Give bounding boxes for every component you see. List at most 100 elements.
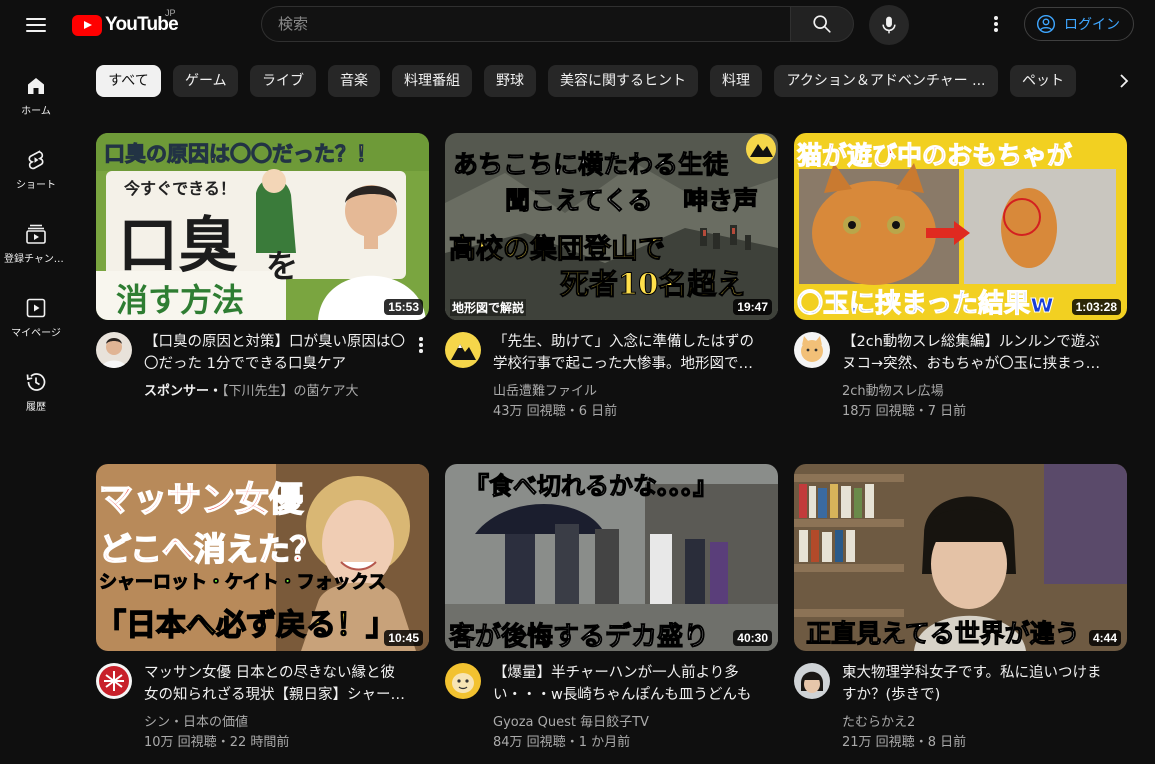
login-button[interactable]: ログイン <box>1024 7 1134 41</box>
video-thumbnail[interactable]: あちこちに横たわる生徒 聞こえてくる 呻き声 高校の集団登山で 死者10名超え … <box>445 133 778 320</box>
video-title[interactable]: 東大物理学科女子です。私に追いつけますか？(歩きで) <box>842 662 1104 706</box>
channel-name[interactable]: 2ch動物スレ広場 <box>842 380 1122 399</box>
menu-icon[interactable] <box>24 13 48 37</box>
chip-music[interactable]: 音楽 <box>328 65 380 97</box>
video-card[interactable]: 正直見えてる世界が違う 4:44 東大物理学科女子です。私に追いつけますか？(歩… <box>794 464 1127 764</box>
chip-live[interactable]: ライブ <box>250 65 316 97</box>
thumbnail-caption: 聞こえてくる <box>505 186 654 216</box>
shorts-icon <box>28 150 44 170</box>
chevron-right-icon <box>1120 74 1129 88</box>
home-icon <box>28 78 44 94</box>
view-count: 10万 回視聴 <box>144 735 217 750</box>
chip-next-button[interactable] <box>1108 65 1140 97</box>
channel-name[interactable]: たむらかえ2 <box>842 711 1122 730</box>
sidebar-item-subscriptions[interactable]: 登録チャンネル <box>4 206 68 278</box>
chip-all[interactable]: すべて <box>96 65 161 97</box>
channel-name[interactable]: 【下川先生】の菌ケア大 <box>222 384 359 399</box>
thumbnail-headline: 猫が遊び中のおもちゃが <box>796 141 1073 171</box>
upload-date: 8 日前 <box>927 735 967 750</box>
sidebar-item-home[interactable]: ホーム <box>4 58 68 130</box>
channel-name[interactable]: Gyoza Quest 毎日餃子TV <box>493 711 773 730</box>
video-card[interactable]: 猫が遊び中のおもちゃが 〇玉に挟まった結果w 1:03:28 【2ch動物スレ総… <box>794 133 1127 433</box>
search-button[interactable] <box>790 6 854 42</box>
thumbnail-subtext: 消す方法 <box>116 281 245 319</box>
video-thumbnail[interactable]: 猫が遊び中のおもちゃが 〇玉に挟まった結果w 1:03:28 <box>794 133 1127 320</box>
sidebar-item-label: マイページ <box>11 328 61 339</box>
sidebar-item-label: ショート <box>16 180 56 191</box>
view-count: 21万 回視聴 <box>842 735 915 750</box>
play-logo-icon <box>72 14 102 36</box>
thumbnail-big-text: 「日本へ必ず戻る！」 <box>96 607 397 644</box>
search-input[interactable] <box>278 7 778 41</box>
channel-avatar[interactable] <box>445 332 481 368</box>
upload-date: 6 日前 <box>578 404 618 419</box>
settings-more-icon[interactable] <box>984 12 1008 36</box>
sidebar-item-history[interactable]: 履歴 <box>4 354 68 426</box>
channel-avatar[interactable] <box>96 663 132 699</box>
thumbnail-particle: を <box>266 247 299 285</box>
thumbnail-subtext: シャーロット・ケイト・フォックス <box>98 572 387 594</box>
channel-avatar[interactable] <box>794 332 830 368</box>
video-thumbnail[interactable]: 口臭の原因は〇〇だった？！ 今すぐできる！ 口臭 を 消す方法 15:53 <box>96 133 429 320</box>
video-metadata: 21万 回視聴・8 日前 <box>842 731 1122 750</box>
meta-separator: ・ <box>914 735 928 750</box>
video-duration: 1:03:28 <box>1071 299 1121 315</box>
chip-baseball[interactable]: 野球 <box>484 65 536 97</box>
account-icon <box>1036 14 1056 34</box>
video-card[interactable]: あちこちに横たわる生徒 聞こえてくる 呻き声 高校の集団登山で 死者10名超え … <box>445 133 778 433</box>
video-card[interactable]: 口臭の原因は〇〇だった？！ 今すぐできる！ 口臭 を 消す方法 15:53 【口… <box>96 133 429 433</box>
video-thumbnail[interactable]: マッサン女優 どこへ消えた？ シャーロット・ケイト・フォックス 「日本へ必ず戻る… <box>96 464 429 651</box>
view-count: 18万 回視聴 <box>842 404 915 419</box>
login-label: ログイン <box>1064 17 1120 33</box>
view-count: 84万 回視聴 <box>493 735 566 750</box>
chip-beauty-tips[interactable]: 美容に関するヒント <box>548 65 698 97</box>
sponsor-badge: スポンサー・ <box>144 384 223 399</box>
channel-name[interactable]: シン・日本の価値 <box>144 711 424 730</box>
video-menu-icon[interactable] <box>414 333 428 357</box>
video-metadata: 10万 回視聴・22 時間前 <box>144 731 424 750</box>
thumbnail-subtext: 〇玉に挟まった結果w <box>797 289 1055 320</box>
channel-avatar[interactable] <box>445 663 481 699</box>
chip-pets[interactable]: ペット <box>1010 65 1076 97</box>
meta-separator: ・ <box>565 735 579 750</box>
sidebar-item-shorts[interactable]: ショート <box>4 132 68 204</box>
channel-avatar[interactable] <box>96 332 132 368</box>
video-metadata: 84万 回視聴・1 か月前 <box>493 731 773 750</box>
meta-separator: ・ <box>914 404 928 419</box>
meta-separator: ・ <box>565 404 579 419</box>
thumbnail-headline: 正直見えてる世界が違う <box>806 619 1081 649</box>
video-card[interactable]: マッサン女優 どこへ消えた？ シャーロット・ケイト・フォックス 「日本へ必ず戻る… <box>96 464 429 764</box>
video-thumbnail[interactable]: 正直見えてる世界が違う 4:44 <box>794 464 1127 651</box>
masthead: YouTube JP ログイン <box>0 0 1155 50</box>
channel-line: スポンサー・【下川先生】の菌ケア大 <box>144 380 424 399</box>
video-duration: 4:44 <box>1088 630 1121 646</box>
thumbnail-highlight: 呻き声 <box>682 186 759 216</box>
video-title[interactable]: マッサン女優 日本との尽きない縁と彼女の知られざる現状【親日家】シャーロット・ケ… <box>144 662 406 706</box>
chip-action-adventure[interactable]: アクション＆アドベンチャー ... <box>774 65 998 97</box>
chip-games[interactable]: ゲーム <box>173 65 238 97</box>
video-title[interactable]: 【爆量】半チャーハンが一人前より多い・・・w長崎ちゃんぽんも皿うどんも <box>493 662 755 706</box>
channel-avatar[interactable] <box>794 663 830 699</box>
video-duration: 19:47 <box>733 299 772 315</box>
youtube-logo[interactable]: YouTube <box>72 13 179 37</box>
channel-name[interactable]: 山岳遭難ファイル <box>493 380 773 399</box>
thumbnail-subtext: 客が後悔するデカ盛り <box>448 622 710 652</box>
chip-cooking-shows[interactable]: 料理番組 <box>392 65 472 97</box>
video-title[interactable]: 【口臭の原因と対策】口が臭い原因は〇〇だった 1分でできる口臭ケア <box>144 331 406 375</box>
thumbnail-headline: 口臭の原因は〇〇だった？！ <box>104 142 378 167</box>
subscriptions-icon <box>26 224 46 244</box>
chip-cooking[interactable]: 料理 <box>710 65 762 97</box>
you-icon <box>26 298 46 318</box>
video-thumbnail[interactable]: 『食べ切れるかな。。。』 客が後悔するデカ盛り 40:30 <box>445 464 778 651</box>
video-title[interactable]: 【2ch動物スレ総集編】ルンルンで遊ぶヌコ→突然、おもちゃが〇玉に挟まった結果 <box>842 331 1104 375</box>
thumbnail-headline: あちこちに横たわる生徒 <box>452 150 729 180</box>
search-box <box>261 6 790 42</box>
video-title[interactable]: 「先生、助けて」入念に準備したはずの学校行事で起こった大惨事。地形図で解説 <box>493 331 755 375</box>
thumbnail-headline: 『食べ切れるかな。。。』 <box>465 472 718 501</box>
voice-search-button[interactable] <box>869 5 909 45</box>
sidebar-item-you[interactable]: マイページ <box>4 280 68 352</box>
thumbnail-caption: 今すぐできる！ <box>124 179 236 198</box>
thumbnail-caption: どこへ消えた？ <box>98 529 323 569</box>
upload-date: 1 か月前 <box>578 735 631 750</box>
video-card[interactable]: 『食べ切れるかな。。。』 客が後悔するデカ盛り 40:30 【爆量】半チャーハン… <box>445 464 778 764</box>
